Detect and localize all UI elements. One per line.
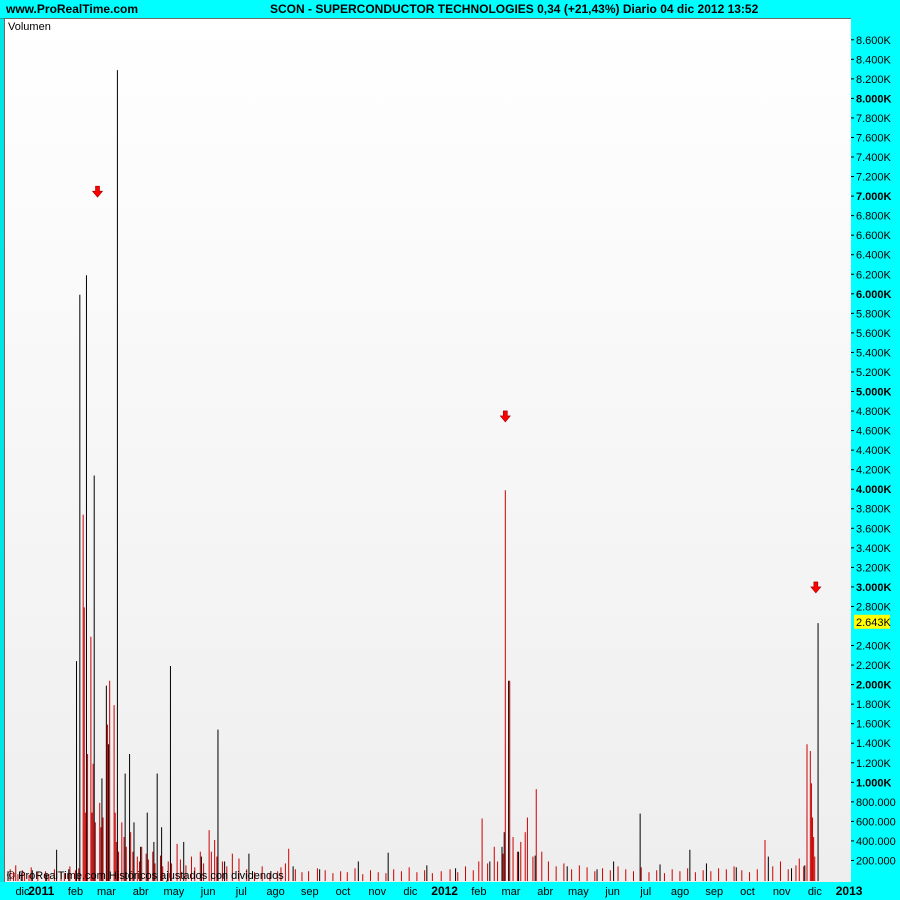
x-axis[interactable]: dic 2011 feb mar abr may jun jul ago sep oct nov dic…	[0, 882, 900, 900]
x-tick-label: 2012	[431, 884, 458, 898]
y-axis[interactable]: 200.000 400.000 600.000 800.000 1.000K 1.200K…	[851, 18, 900, 882]
x-tick-label: feb	[471, 886, 486, 898]
y-tick-label: 6.200K	[856, 269, 892, 281]
x-tick-label: oct	[740, 886, 755, 898]
y-tick-label: 4.400K	[856, 445, 892, 457]
x-tick-label: nov	[773, 886, 791, 898]
x-axis-labels: dic 2011 feb mar abr may jun jul ago sep oct nov dic…	[15, 884, 863, 898]
y-tick-label: 1.000K	[856, 777, 892, 789]
x-tick-label: nov	[368, 886, 386, 898]
y-tick-label: 1.200K	[856, 758, 892, 770]
x-tick-label: feb	[68, 886, 83, 898]
y-tick-label: 6.600K	[856, 230, 892, 242]
x-tick-label: ago	[266, 886, 284, 898]
copyright-footnote: © ProRealTime.com Históricos ajustados c…	[7, 870, 284, 882]
x-tick-label: dic	[403, 886, 418, 898]
x-tick-label: jul	[235, 886, 247, 898]
y-tick-label: 5.200K	[856, 367, 892, 379]
y-tick-label: 2.800K	[856, 601, 892, 613]
y-tick-label: 7.600K	[856, 132, 892, 144]
y-tick-label: 3.000K	[856, 582, 892, 594]
y-tick-label: 7.400K	[856, 152, 892, 164]
volume-plot-area[interactable]: Volumen © ProRealTime.com Históricos aju…	[4, 18, 852, 884]
y-tick-label: 5.800K	[856, 308, 892, 320]
y-tick-label: 1.800K	[856, 699, 892, 711]
y-tick-label: 6.400K	[856, 250, 892, 262]
y-tick-label: 7.200K	[856, 172, 892, 184]
x-tick-label: abr	[537, 886, 553, 898]
y-tick-label: 3.600K	[856, 523, 892, 535]
y-tick-label: 200.000	[856, 855, 896, 867]
y-tick-label: 8.000K	[856, 93, 892, 105]
x-tick-label: jun	[604, 886, 620, 898]
x-tick-label: 2013	[836, 884, 863, 898]
y-tick-label: 8.400K	[856, 54, 892, 66]
x-tick-label: ago	[671, 886, 689, 898]
x-tick-label: sep	[301, 886, 319, 898]
y-tick-label: 6.800K	[856, 211, 892, 223]
y-tick-label: 1.400K	[856, 738, 892, 750]
y-tick-label: 3.400K	[856, 543, 892, 555]
y-tick-label: 3.200K	[856, 562, 892, 574]
sell-arrow-icon	[810, 581, 822, 594]
y-tick-label: 2.200K	[856, 660, 892, 672]
y-tick-label: 5.600K	[856, 328, 892, 340]
y-axis-labels: 200.000 400.000 600.000 800.000 1.000K 1.200K…	[851, 35, 896, 867]
x-tick-label: oct	[336, 886, 351, 898]
y-tick-label: 4.200K	[856, 465, 892, 477]
y-tick-label: 8.200K	[856, 74, 892, 86]
x-tick-label: abr	[133, 886, 149, 898]
x-tick-label: jul	[639, 886, 651, 898]
x-tick-label: mar	[97, 886, 116, 898]
x-tick-label: sep	[705, 886, 723, 898]
y-tick-label: 5.400K	[856, 347, 892, 359]
x-tick-label: dic	[808, 886, 823, 898]
y-tick-label: 4.000K	[856, 484, 892, 496]
x-tick-label: may	[568, 886, 589, 898]
y-tick-label: 2.400K	[856, 641, 892, 653]
y-tick-label: 4.800K	[856, 406, 892, 418]
x-tick-label: jun	[200, 886, 216, 898]
title-bar: www.ProRealTime.com SCON - SUPERCONDUCTO…	[0, 0, 900, 19]
y-tick-label: 3.800K	[856, 504, 892, 516]
y-tick-label: 2.000K	[856, 680, 892, 692]
x-tick-label: mar	[501, 886, 520, 898]
sell-arrow-icon	[499, 410, 511, 423]
y-tick-label: 5.000K	[856, 386, 892, 398]
y-tick-label: 6.000K	[856, 289, 892, 301]
y-tick-label: 8.600K	[856, 35, 892, 47]
y-tick-label: 400.000	[856, 836, 896, 848]
y-tick-label: 1.600K	[856, 719, 892, 731]
y-tick-label: 600.000	[856, 816, 896, 828]
volume-bars	[7, 70, 822, 881]
chart-window: www.ProRealTime.com SCON - SUPERCONDUCTO…	[0, 0, 900, 900]
sell-arrow-icon	[91, 185, 104, 198]
y-tick-label: 4.600K	[856, 426, 892, 438]
y-tick-label: 800.000	[856, 797, 896, 809]
x-tick-label: 2011	[28, 884, 54, 898]
last-value-label: 2.643K	[856, 617, 892, 629]
site-label[interactable]: www.ProRealTime.com	[6, 2, 138, 16]
x-tick-label: may	[163, 886, 184, 898]
chart-title: SCON - SUPERCONDUCTOR TECHNOLOGIES 0,34 …	[270, 2, 759, 16]
y-tick-label: 7.000K	[856, 191, 892, 203]
y-tick-label: 7.800K	[856, 113, 892, 125]
